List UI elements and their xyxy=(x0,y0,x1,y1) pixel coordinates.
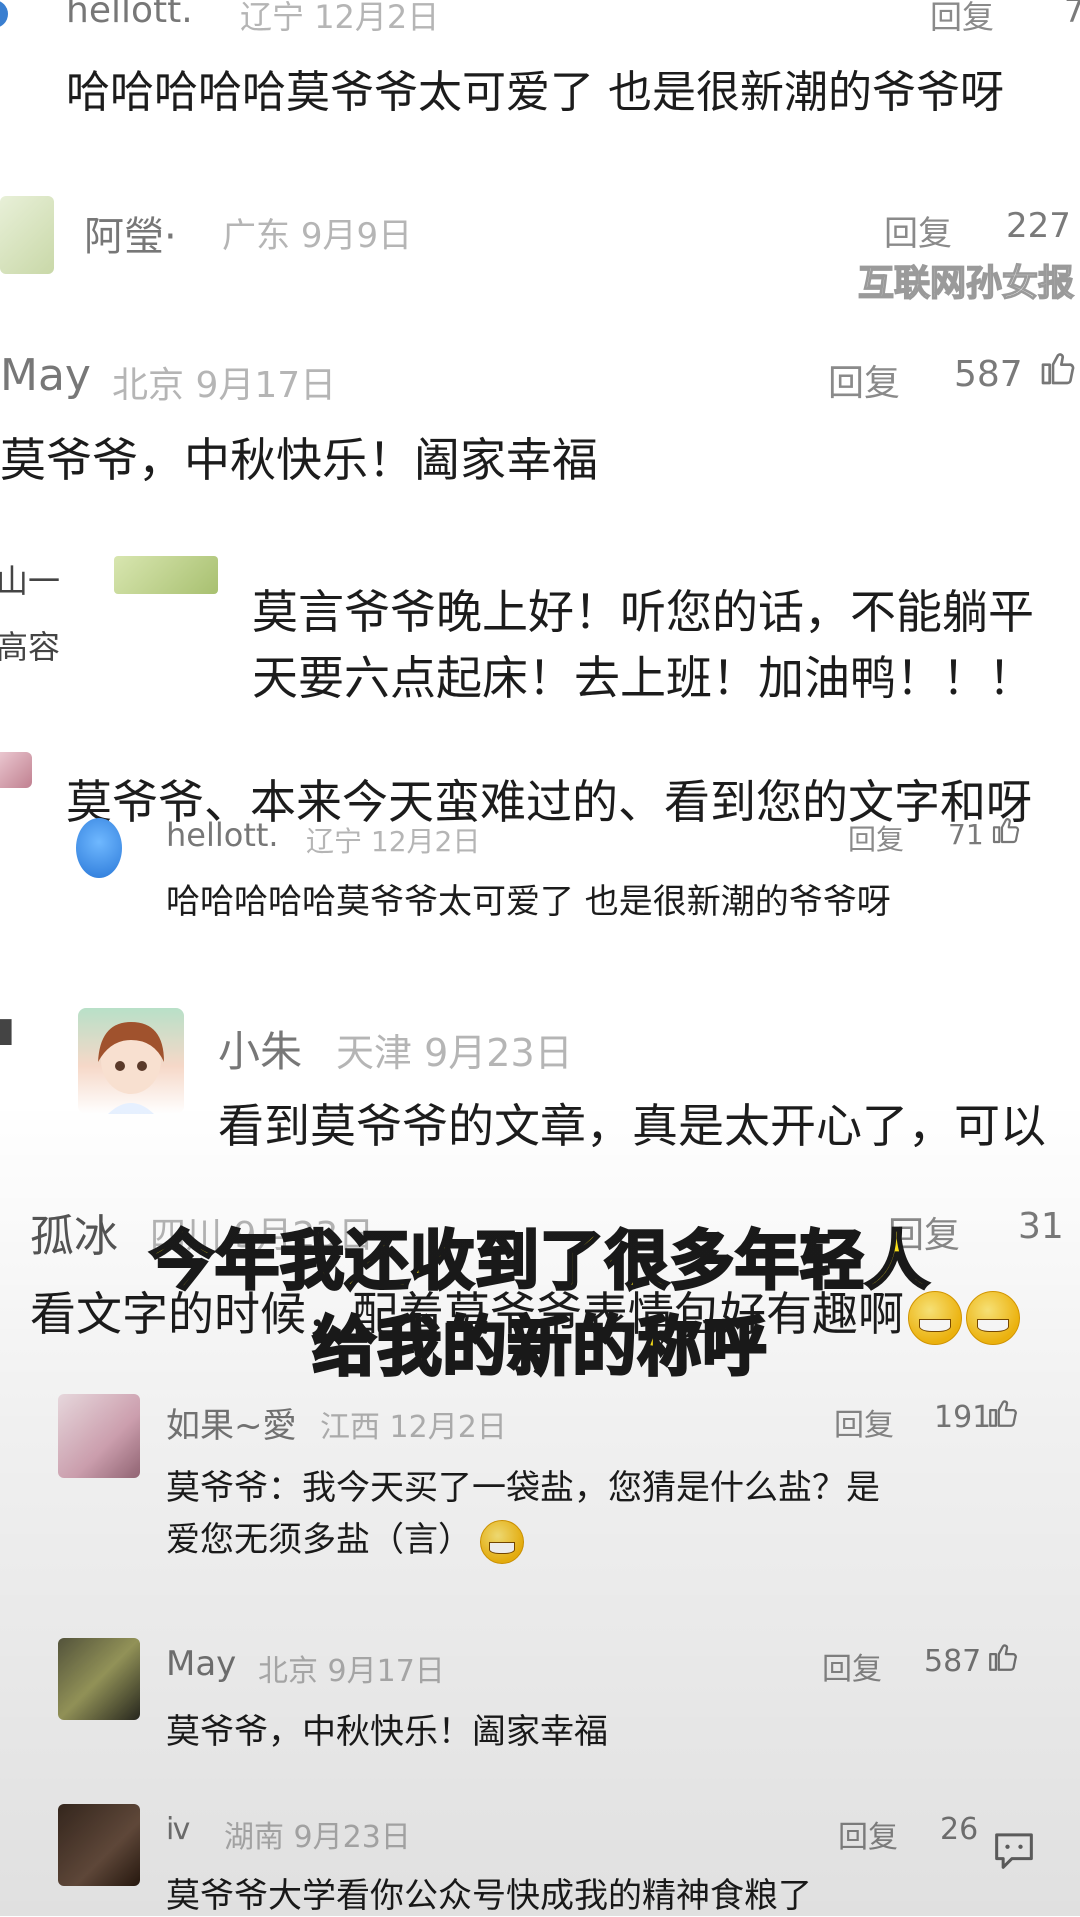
comment-text: 天要六点起床！去上班！加油鸭！！！ xyxy=(252,651,1034,705)
avatar[interactable] xyxy=(76,818,122,878)
comment-location: 湖南 xyxy=(224,1820,284,1855)
comment-author[interactable]: 阿瑩· xyxy=(84,204,177,262)
comment-author[interactable]: 如果~愛 xyxy=(166,1398,297,1447)
reply-button[interactable]: 回复 xyxy=(834,1400,894,1444)
avatar[interactable] xyxy=(0,0,8,28)
side-text: 高容 xyxy=(0,628,61,666)
avatar[interactable] xyxy=(58,1394,140,1478)
thumb-up-icon[interactable] xyxy=(986,1396,1020,1430)
reply-button[interactable]: 回复 xyxy=(838,1812,898,1856)
like-count: 587 xyxy=(954,354,1023,395)
thumb-up-icon[interactable] xyxy=(990,814,1022,846)
comment-text: 莫爷爷，中秋快乐！阖家幸福 xyxy=(0,433,598,487)
thumb-up-icon[interactable] xyxy=(1038,348,1078,388)
comment-date: 9月9日 xyxy=(300,216,413,256)
side-text: 山一 xyxy=(0,562,61,600)
comment-text: 哈哈哈哈哈莫爷爷太可爱了 也是很新潮的爷爷呀 xyxy=(66,67,1004,118)
comment-location: 辽宁 xyxy=(240,0,305,36)
comment-date: 12月2日 xyxy=(314,0,440,36)
comment-author[interactable]: hellott. xyxy=(66,0,193,31)
comment-author[interactable]: May xyxy=(0,350,91,401)
comment-author[interactable]: hellott. xyxy=(166,816,279,854)
avatar[interactable] xyxy=(0,196,54,274)
avatar[interactable] xyxy=(58,1804,140,1886)
avatar[interactable] xyxy=(78,1008,184,1114)
comment-date: 12月2日 xyxy=(370,825,481,858)
comment-location: 辽宁 xyxy=(306,825,363,858)
comment-location: 广东 xyxy=(222,216,290,256)
reply-button[interactable]: 回复 xyxy=(828,354,900,406)
reply-button[interactable]: 回复 xyxy=(848,818,904,858)
side-text: ▮ xyxy=(0,1010,15,1050)
comment-text-body: 爱您无须多盐（言） xyxy=(166,1520,472,1560)
comment-text: 爱您无须多盐（言） xyxy=(166,1512,524,1564)
avatar[interactable] xyxy=(58,1638,140,1720)
comment-location: 江西 xyxy=(320,1410,380,1445)
comment-author[interactable]: May xyxy=(166,1644,236,1684)
comment-text: 莫爷爷：我今天买了一袋盐，您猜是什么盐？是 xyxy=(166,1468,880,1508)
emoji-smile-icon xyxy=(480,1519,524,1564)
avatar[interactable] xyxy=(114,556,218,594)
comment-location: 北京 xyxy=(112,365,185,406)
comment-author[interactable]: ⅳ xyxy=(166,1812,190,1847)
watermark: 互联网孙女报 xyxy=(857,262,1075,305)
like-count: 587 xyxy=(924,1644,982,1679)
comment-date: 9月23日 xyxy=(424,1031,573,1075)
comment-author[interactable]: 小朱 xyxy=(218,1018,302,1079)
comment-location: 天津 xyxy=(336,1031,413,1075)
comment-text: 莫言爷爷晚上好！听您的话，不能躺平 xyxy=(252,585,1034,639)
like-count: 227 xyxy=(1006,206,1071,246)
comment-text: 哈哈哈哈哈莫爷爷太可爱了 也是很新潮的爷爷呀 xyxy=(166,882,891,922)
video-caption-line: 今年我还收到了很多年轻人 xyxy=(149,1224,931,1301)
reply-button[interactable]: 回复 xyxy=(884,206,952,255)
like-count: 7 xyxy=(1064,0,1080,30)
comment-text: 莫爷爷大学看你公众号快成我的精神食粮了 xyxy=(166,1876,812,1916)
like-count: 191 xyxy=(934,1400,992,1435)
reply-button[interactable]: 回复 xyxy=(822,1644,882,1688)
comment-date: 9月17日 xyxy=(195,365,337,406)
avatar[interactable] xyxy=(0,752,32,788)
reply-button[interactable]: 回复 xyxy=(930,0,994,38)
like-count: 26 xyxy=(940,1812,979,1847)
comment-text: 莫爷爷，中秋快乐！阖家幸福 xyxy=(166,1712,608,1752)
chat-bubble-icon[interactable] xyxy=(988,1824,1040,1880)
video-caption-line: 给我的新的称呼 xyxy=(311,1310,768,1387)
comment-date: 12月2日 xyxy=(389,1410,507,1445)
comment-date: 9月17日 xyxy=(327,1654,445,1689)
comment-location: 北京 xyxy=(258,1654,318,1689)
comment-date: 9月23日 xyxy=(293,1820,411,1855)
thumb-up-icon[interactable] xyxy=(986,1640,1020,1674)
like-count: 71 xyxy=(948,818,984,851)
comment-text: 看到莫爷爷的文章，真是太开心了，可以 xyxy=(218,1099,1046,1153)
